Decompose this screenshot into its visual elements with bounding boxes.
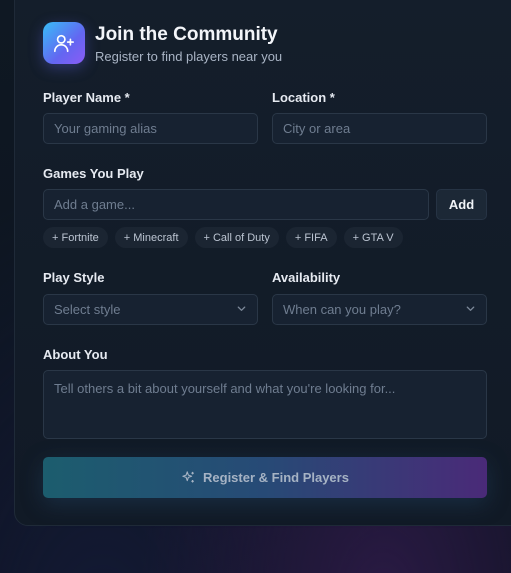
game-chip-fifa[interactable]: + FIFA bbox=[285, 227, 337, 248]
location-placeholder: City or area bbox=[283, 121, 351, 136]
games-label: Games You Play bbox=[43, 166, 144, 181]
play-style-select[interactable]: Select style bbox=[43, 294, 258, 325]
game-chip-gta-v[interactable]: + GTA V bbox=[343, 227, 403, 248]
game-chip-fortnite[interactable]: + Fortnite bbox=[43, 227, 108, 248]
form-header: Join the Community Register to find play… bbox=[43, 22, 282, 64]
player-name-placeholder: Your gaming alias bbox=[54, 121, 157, 136]
register-button-label: Register & Find Players bbox=[203, 470, 349, 485]
availability-label: Availability bbox=[272, 270, 341, 285]
player-name-input[interactable]: Your gaming alias bbox=[43, 113, 258, 144]
game-input[interactable]: Add a game... bbox=[43, 189, 429, 220]
location-label: Location * bbox=[272, 90, 335, 105]
availability-value: When can you play? bbox=[283, 302, 401, 317]
registration-card bbox=[14, 0, 511, 526]
add-game-button[interactable]: Add bbox=[436, 189, 487, 220]
about-textarea[interactable]: Tell others a bit about yourself and wha… bbox=[43, 370, 487, 439]
page-subtitle: Register to find players near you bbox=[95, 48, 283, 64]
page-title: Join the Community bbox=[95, 23, 278, 45]
about-placeholder: Tell others a bit about yourself and wha… bbox=[54, 381, 396, 396]
about-label: About You bbox=[43, 347, 108, 362]
location-input[interactable]: City or area bbox=[272, 113, 487, 144]
register-button[interactable]: Register & Find Players bbox=[43, 457, 487, 498]
play-style-label: Play Style bbox=[43, 270, 105, 285]
user-plus-icon bbox=[43, 22, 85, 64]
chevron-down-icon bbox=[465, 302, 476, 317]
game-suggestions: + Fortnite + Minecraft + Call of Duty + … bbox=[43, 227, 403, 248]
game-placeholder: Add a game... bbox=[54, 197, 135, 212]
game-chip-minecraft[interactable]: + Minecraft bbox=[114, 227, 188, 248]
sparkles-icon bbox=[181, 470, 196, 485]
chevron-down-icon bbox=[236, 302, 247, 317]
play-style-value: Select style bbox=[54, 302, 121, 317]
player-name-label: Player Name * bbox=[43, 90, 130, 105]
availability-select[interactable]: When can you play? bbox=[272, 294, 487, 325]
game-chip-call-of-duty[interactable]: + Call of Duty bbox=[194, 227, 279, 248]
